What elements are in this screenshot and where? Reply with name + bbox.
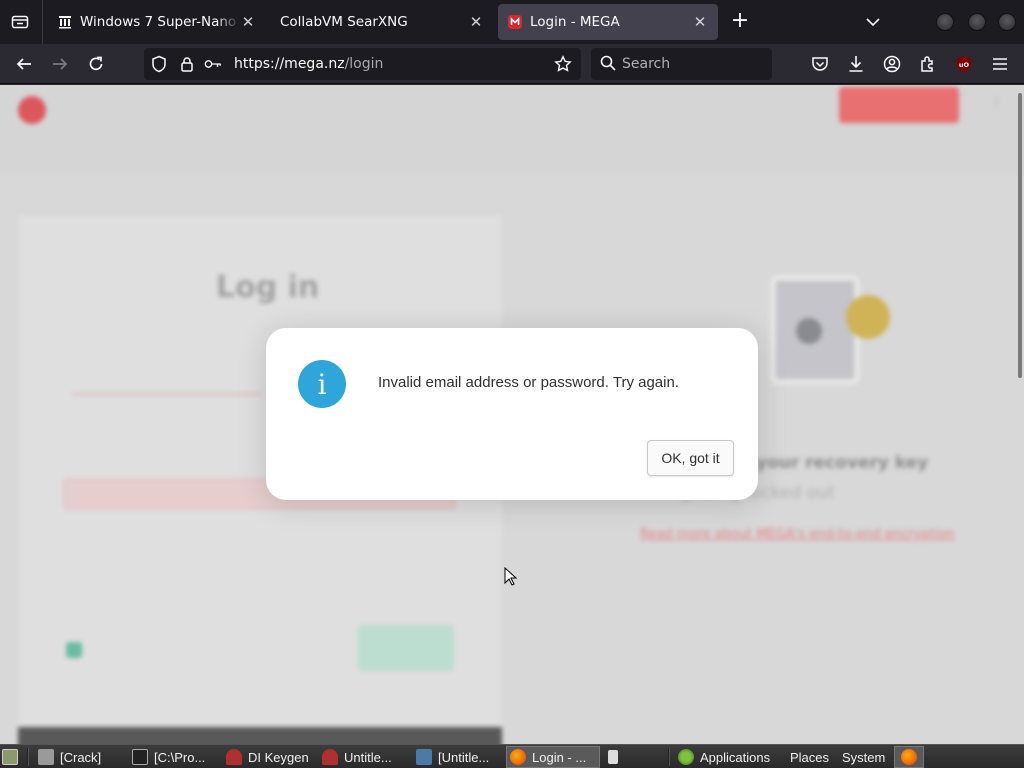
tab-separator: [42, 0, 43, 44]
tab-list-icon[interactable]: [8, 11, 32, 33]
library-icon: [58, 15, 72, 29]
url-base: https://mega.nz: [234, 56, 345, 72]
taskbar-item-untitled-keygen[interactable]: Untitle...: [322, 746, 410, 768]
pocket-icon[interactable]: [808, 52, 832, 76]
minimize-button[interactable]: [936, 13, 954, 31]
web-page: ⋮ Log in your recovery key getting locke…: [0, 85, 1024, 744]
menu-label: Places: [790, 749, 830, 765]
url-path: /login: [344, 56, 384, 72]
ublock-origin-icon[interactable]: uO: [952, 52, 976, 76]
tab-title: CollabVM SearXNG: [280, 14, 408, 30]
menu-label: System: [842, 749, 886, 765]
tab-windows7[interactable]: Windows 7 Super-Nano Lite ✕: [48, 4, 266, 40]
firefox-icon: [510, 749, 526, 765]
ok-got-it-button[interactable]: OK, got it: [647, 440, 734, 476]
maximize-button[interactable]: [968, 13, 986, 31]
scrollbar-thumb[interactable]: [1018, 93, 1022, 378]
chevron-down-icon[interactable]: [862, 12, 884, 32]
back-arrow-icon[interactable]: [12, 52, 36, 76]
keygen-icon: [322, 749, 338, 765]
taskbar-label: [Untitle...: [438, 749, 490, 765]
tab-close-icon[interactable]: ✕: [468, 13, 484, 31]
extensions-icon[interactable]: [916, 52, 940, 76]
taskbar-divider: [668, 748, 670, 766]
system-menu[interactable]: System: [842, 746, 890, 768]
clipboard-icon: [608, 750, 618, 764]
keygen-icon: [226, 749, 242, 765]
url-text[interactable]: https://mega.nz/login: [234, 56, 383, 72]
tab-mega-login[interactable]: Login - MEGA ✕: [498, 4, 718, 40]
paint-icon: [416, 749, 432, 765]
mouse-cursor-icon: [504, 567, 518, 586]
applications-icon: [678, 749, 694, 765]
taskbar: [Crack] [C:\Pro... DI Keygen Untitle... …: [0, 744, 1024, 768]
firefox-launcher[interactable]: [894, 746, 924, 768]
folder-icon: [38, 749, 54, 765]
tab-bar: Windows 7 Super-Nano Lite ✕ CollabVM Sea…: [0, 0, 1024, 44]
places-menu[interactable]: Places: [790, 746, 834, 768]
taskbar-label: [Crack]: [60, 749, 102, 765]
taskbar-divider: [27, 748, 29, 766]
taskbar-item-cmd[interactable]: [C:\Pro...: [132, 746, 218, 768]
show-desktop-icon[interactable]: [2, 746, 22, 768]
tab-title: Windows 7 Super-Nano Lite: [80, 14, 240, 30]
menu-label: Applications: [700, 749, 771, 765]
applications-menu[interactable]: Applications: [678, 746, 782, 768]
firefox-icon: [901, 749, 917, 765]
mega-icon: [508, 15, 522, 29]
svg-text:uO: uO: [959, 61, 970, 69]
taskbar-label: Login - ...: [532, 749, 587, 765]
search-bar[interactable]: Search: [591, 48, 772, 80]
shield-icon[interactable]: [150, 55, 168, 73]
info-icon: i: [298, 360, 346, 408]
dialog-message: Invalid email address or password. Try a…: [378, 374, 679, 391]
desktop-icon: [2, 749, 18, 765]
search-icon: [600, 55, 616, 75]
taskbar-item-firefox[interactable]: Login - ...: [506, 746, 600, 768]
reload-icon[interactable]: [84, 52, 108, 76]
tab-close-icon[interactable]: ✕: [692, 13, 708, 31]
new-tab-icon[interactable]: +: [728, 10, 752, 34]
key-icon[interactable]: [204, 55, 222, 73]
close-window-button[interactable]: [998, 13, 1016, 31]
search-placeholder: Search: [622, 56, 671, 72]
tab-title: Login - MEGA: [530, 14, 620, 30]
download-icon[interactable]: [844, 52, 868, 76]
lock-icon[interactable]: [178, 55, 196, 73]
taskbar-label: Untitle...: [344, 749, 392, 765]
terminal-icon: [132, 749, 148, 765]
taskbar-item-crack[interactable]: [Crack]: [38, 746, 124, 768]
page-scrollbar[interactable]: [1016, 85, 1024, 744]
taskbar-item-keygen[interactable]: DI Keygen: [226, 746, 316, 768]
account-icon[interactable]: [880, 52, 904, 76]
tab-close-icon[interactable]: ✕: [240, 13, 256, 31]
tab-searxng[interactable]: CollabVM SearXNG ✕: [270, 4, 494, 40]
window-list-button[interactable]: [604, 746, 622, 768]
navigation-bar: https://mega.nz/login Search uO: [0, 44, 1024, 84]
forward-arrow-icon[interactable]: [48, 52, 72, 76]
taskbar-label: DI Keygen: [248, 749, 309, 765]
hamburger-menu-icon[interactable]: [988, 52, 1012, 76]
url-bar[interactable]: https://mega.nz/login: [144, 48, 581, 80]
bookmark-star-icon[interactable]: [554, 55, 572, 73]
taskbar-label: [C:\Pro...: [154, 749, 206, 765]
error-dialog: i Invalid email address or password. Try…: [266, 328, 758, 500]
taskbar-item-untitled-paint[interactable]: [Untitle...: [416, 746, 504, 768]
